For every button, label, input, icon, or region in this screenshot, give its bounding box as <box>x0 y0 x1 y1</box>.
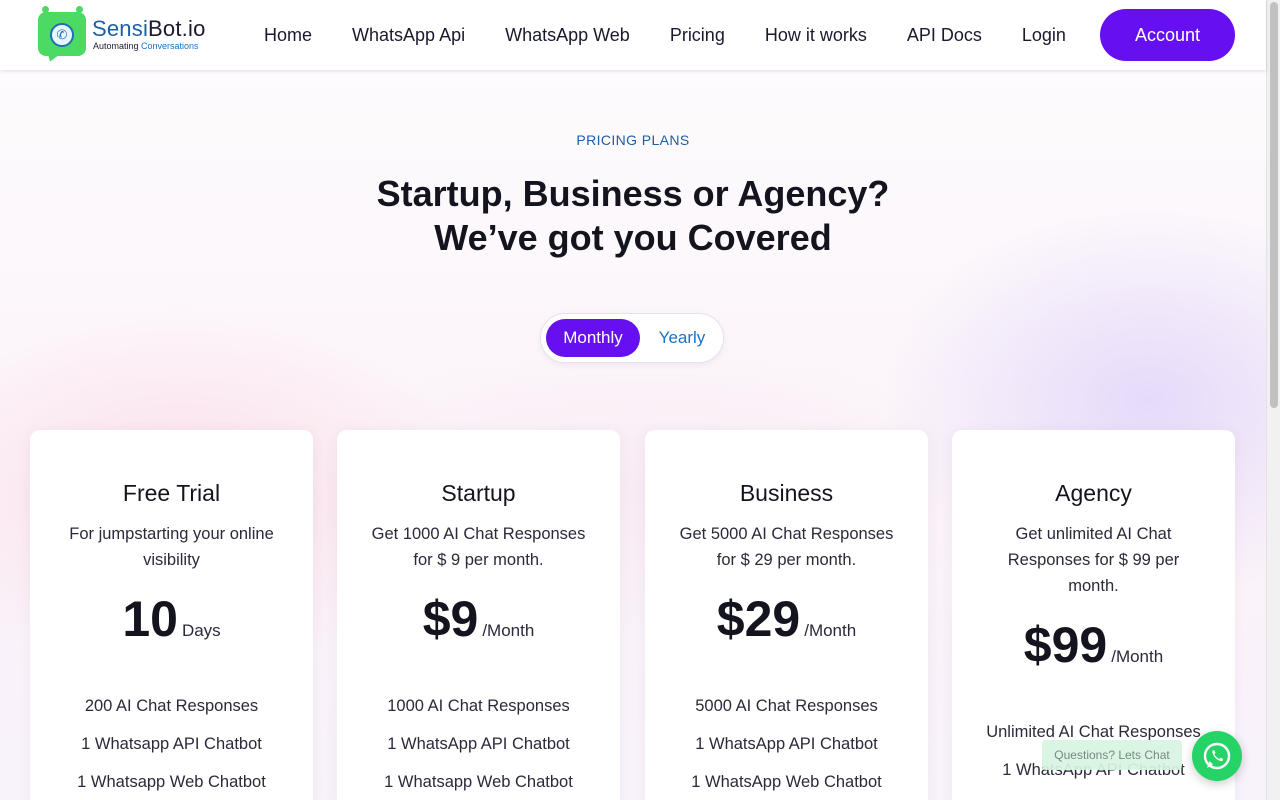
plan-price: $9/Month <box>337 590 620 648</box>
price-unit: /Month <box>482 621 535 640</box>
pricing-eyebrow: PRICING PLANS <box>576 132 690 148</box>
price-amount: $99 <box>1023 617 1108 673</box>
logo-wordmark: SensiBot.io <box>92 16 206 41</box>
plan-card-startup: Startup Get 1000 AI Chat Responses for $… <box>337 430 620 800</box>
price-amount: 10 <box>122 591 178 647</box>
whatsapp-chat-button[interactable] <box>1192 731 1242 781</box>
feature-item: 1000 AI Chat Responses <box>387 697 570 715</box>
plan-price: $29/Month <box>645 590 928 648</box>
plan-title: Startup <box>441 480 516 506</box>
plan-title: Free Trial <box>122 480 221 506</box>
nav-home[interactable]: Home <box>264 25 312 46</box>
site-header: ✆ SensiBot.io Automating Conversations H… <box>0 0 1266 70</box>
phone-icon: ✆ <box>50 23 74 47</box>
headline-line-2: We’ve got you Covered <box>434 217 832 258</box>
nav-how-it-works[interactable]: How it works <box>765 25 867 46</box>
whatsapp-icon <box>1203 742 1231 770</box>
price-amount: $29 <box>716 591 801 647</box>
plan-description: For jumpstarting your online visibility <box>69 525 274 569</box>
feature-item: 1 WhatsApp Web Chatbot <box>691 773 882 791</box>
plan-description: Get 1000 AI Chat Responses for $ 9 per m… <box>371 525 586 569</box>
feature-item: 1 Whatsapp API Chatbot <box>81 735 262 753</box>
billing-toggle: Monthly Yearly <box>540 313 724 363</box>
main-nav: Home WhatsApp Api WhatsApp Web Pricing H… <box>264 0 1106 70</box>
plan-features: 5000 AI Chat Responses 1 WhatsApp API Ch… <box>645 693 928 800</box>
page-scrollbar[interactable] <box>1266 0 1280 800</box>
scrollbar-thumb[interactable] <box>1270 2 1278 408</box>
price-amount: $9 <box>422 591 479 647</box>
feature-item: 1 WhatsApp API Chatbot <box>387 735 570 753</box>
nav-pricing[interactable]: Pricing <box>670 25 725 46</box>
account-button[interactable]: Account <box>1100 9 1235 61</box>
plan-description: Get unlimited AI Chat Responses for $ 99… <box>1007 525 1180 595</box>
plan-price: 10 Days <box>30 590 313 648</box>
feature-item: 200 AI Chat Responses <box>84 697 259 715</box>
plan-card-free-trial: Free Trial For jumpstarting your online … <box>30 430 313 800</box>
toggle-monthly[interactable]: Monthly <box>546 319 640 357</box>
logo-tagline: Automating Conversations <box>93 41 199 51</box>
plan-description: Get 5000 AI Chat Responses for $ 29 per … <box>679 525 894 569</box>
plan-card-business: Business Get 5000 AI Chat Responses for … <box>645 430 928 800</box>
plan-price: $99/Month <box>952 616 1235 674</box>
plan-title: Agency <box>1055 480 1132 506</box>
plan-title: Business <box>739 480 834 506</box>
chat-prompt-bubble[interactable]: Questions? Lets Chat <box>1042 740 1182 770</box>
toggle-yearly[interactable]: Yearly <box>644 319 720 357</box>
sensibot-logo[interactable]: ✆ SensiBot.io Automating Conversations <box>36 6 226 65</box>
price-unit: /Month <box>1111 647 1164 666</box>
price-unit: Days <box>181 621 221 640</box>
plan-features: 200 AI Chat Responses 1 Whatsapp API Cha… <box>30 693 313 800</box>
feature-item: 1 Whatsapp Web Chatbot <box>384 773 573 791</box>
plan-features: 1000 AI Chat Responses 1 WhatsApp API Ch… <box>337 693 620 800</box>
feature-item: 5000 AI Chat Responses <box>695 697 878 715</box>
feature-item: 1 WhatsApp API Chatbot <box>695 735 878 753</box>
nav-login[interactable]: Login <box>1022 25 1066 46</box>
headline-line-1: Startup, Business or Agency? <box>376 173 890 214</box>
nav-whatsapp-web[interactable]: WhatsApp Web <box>505 25 630 46</box>
nav-whatsapp-api[interactable]: WhatsApp Api <box>352 25 465 46</box>
price-unit: /Month <box>804 621 857 640</box>
nav-api-docs[interactable]: API Docs <box>907 25 982 46</box>
pricing-headline: Startup, Business or Agency? We’ve got y… <box>0 172 1266 260</box>
feature-item: 1 Whatsapp Web Chatbot <box>77 773 266 791</box>
